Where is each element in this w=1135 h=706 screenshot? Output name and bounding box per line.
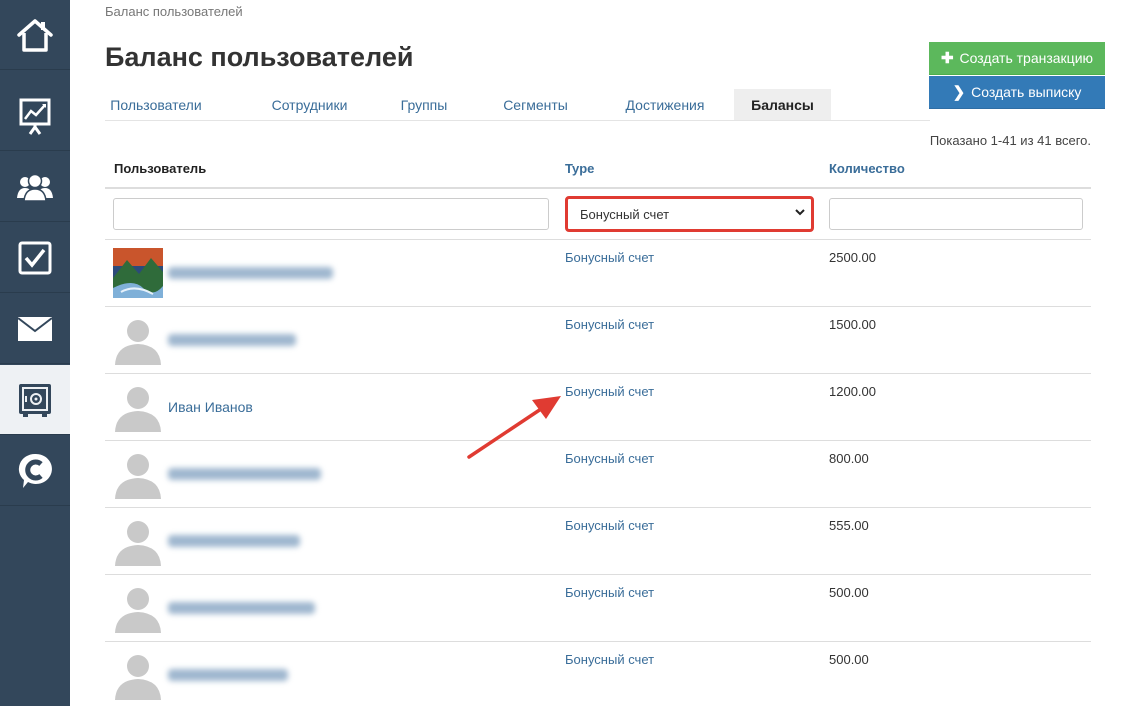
quantity-cell: 1200.00 bbox=[829, 384, 876, 399]
checkbox-icon bbox=[18, 241, 52, 274]
presentation-chart-icon bbox=[19, 98, 51, 135]
app-root: Баланс пользователей Баланс пользователе… bbox=[0, 0, 1135, 706]
users-icon bbox=[17, 173, 53, 202]
user-placeholder-avatar[interactable] bbox=[113, 382, 163, 432]
create-transaction-button[interactable]: ✚ Создать транзакцию bbox=[929, 42, 1105, 75]
user-name-blurred[interactable] bbox=[168, 669, 288, 681]
tab-bar: Пользователи Сотрудники Группы Сегменты … bbox=[105, 89, 930, 121]
user-placeholder-avatar[interactable] bbox=[113, 583, 163, 633]
create-transaction-label: Создать транзакцию bbox=[959, 50, 1094, 66]
tab-employees[interactable]: Сотрудники bbox=[263, 89, 356, 120]
chevron-right-icon: ❯ bbox=[952, 84, 966, 101]
user-name-blurred[interactable] bbox=[168, 602, 315, 614]
chevron-down-icon bbox=[795, 209, 805, 216]
table-row: Иван Иванов Бонусный счет 1200.00 bbox=[105, 374, 1091, 441]
sidebar-item-tasks[interactable] bbox=[0, 223, 70, 293]
sidebar bbox=[0, 0, 70, 706]
type-filter-select[interactable]: Бонусный счет bbox=[565, 196, 814, 232]
type-cell[interactable]: Бонусный счет bbox=[565, 518, 654, 533]
user-name-blurred[interactable] bbox=[168, 267, 333, 279]
create-statement-label: Создать выписку bbox=[971, 84, 1082, 100]
type-cell[interactable]: Бонусный счет bbox=[565, 585, 654, 600]
plus-icon: ✚ bbox=[940, 50, 954, 67]
page-title: Баланс пользователей bbox=[105, 42, 414, 72]
create-statement-button[interactable]: ❯ Создать выписку bbox=[929, 76, 1105, 109]
quantity-cell: 500.00 bbox=[829, 585, 869, 600]
table-row: Бонусный счет 2500.00 bbox=[105, 240, 1091, 307]
table-row: Бонусный счет 500.00 bbox=[105, 642, 1091, 706]
type-cell[interactable]: Бонусный счет bbox=[565, 250, 654, 265]
type-cell[interactable]: Бонусный счет bbox=[565, 384, 654, 399]
tab-achievements[interactable]: Достижения bbox=[611, 89, 719, 120]
user-name-blurred[interactable] bbox=[168, 334, 296, 346]
type-cell[interactable]: Бонусный счет bbox=[565, 652, 654, 667]
sidebar-item-analytics[interactable] bbox=[0, 81, 70, 151]
breadcrumb[interactable]: Баланс пользователей bbox=[105, 4, 243, 19]
quantity-cell: 2500.00 bbox=[829, 250, 876, 265]
tab-balances[interactable]: Балансы bbox=[734, 89, 831, 120]
user-placeholder-avatar[interactable] bbox=[113, 315, 163, 365]
table-row: Бонусный счет 800.00 bbox=[105, 441, 1091, 508]
results-summary: Показано 1-41 из 41 всего. bbox=[929, 133, 1091, 148]
quantity-cell: 555.00 bbox=[829, 518, 869, 533]
sidebar-item-home[interactable] bbox=[0, 0, 70, 70]
sidebar-item-brand[interactable] bbox=[0, 436, 70, 506]
sidebar-item-balances[interactable] bbox=[0, 365, 70, 435]
user-placeholder-avatar[interactable] bbox=[113, 650, 163, 700]
type-cell[interactable]: Бонусный счет bbox=[565, 451, 654, 466]
user-filter-input[interactable] bbox=[113, 198, 549, 230]
sidebar-item-messages[interactable] bbox=[0, 294, 70, 364]
quantity-cell: 500.00 bbox=[829, 652, 869, 667]
user-placeholder-avatar[interactable] bbox=[113, 516, 163, 566]
table-row: Бонусный счет 555.00 bbox=[105, 508, 1091, 575]
user-name-blurred[interactable] bbox=[168, 468, 321, 480]
user-name-blurred[interactable] bbox=[168, 535, 300, 547]
header-divider bbox=[105, 187, 1091, 189]
tab-groups[interactable]: Группы bbox=[392, 89, 456, 120]
quantity-filter-input[interactable] bbox=[829, 198, 1083, 230]
type-cell[interactable]: Бонусный счет bbox=[565, 317, 654, 332]
type-filter-select-inner: Бонусный счет bbox=[568, 199, 811, 229]
tab-segments[interactable]: Сегменты bbox=[492, 89, 579, 120]
table-row: Бонусный счет 500.00 bbox=[105, 575, 1091, 642]
user-photo-avatar[interactable] bbox=[113, 248, 163, 298]
safe-icon bbox=[19, 383, 51, 417]
column-header-type[interactable]: Type bbox=[565, 161, 594, 176]
quantity-cell: 1500.00 bbox=[829, 317, 876, 332]
table-row: Бонусный счет 1500.00 bbox=[105, 307, 1091, 374]
user-placeholder-avatar[interactable] bbox=[113, 449, 163, 499]
user-name-link[interactable]: Иван Иванов bbox=[168, 399, 253, 415]
brand-c-icon bbox=[18, 453, 52, 488]
envelope-icon bbox=[17, 316, 53, 341]
quantity-cell: 800.00 bbox=[829, 451, 869, 466]
type-filter-selected-value: Бонусный счет bbox=[580, 206, 670, 222]
column-header-quantity[interactable]: Количество bbox=[829, 161, 905, 176]
column-header-user: Пользователь bbox=[114, 161, 207, 176]
sidebar-item-users[interactable] bbox=[0, 152, 70, 222]
tab-users[interactable]: Пользователи bbox=[105, 89, 207, 120]
home-icon bbox=[17, 18, 53, 52]
